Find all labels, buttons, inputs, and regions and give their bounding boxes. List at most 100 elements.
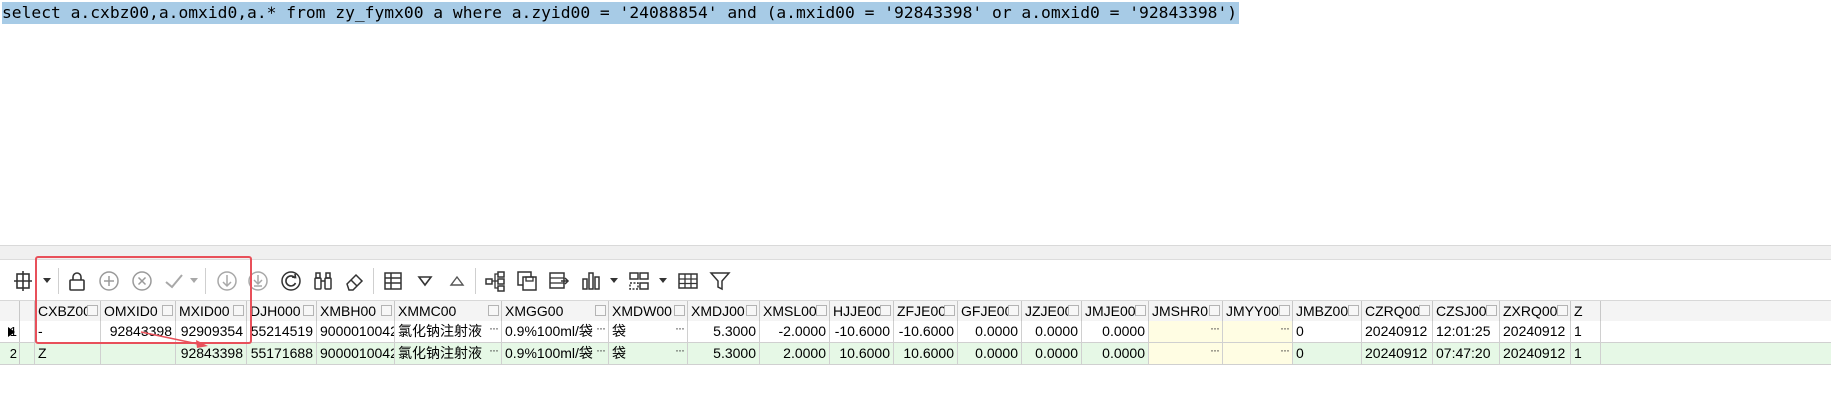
table-cell[interactable]: ··· xyxy=(1149,343,1223,364)
sql-editor[interactable]: select a.cxbz00,a.omxid0,a.* from zy_fym… xyxy=(0,0,1831,246)
column-header[interactable]: Z xyxy=(1571,301,1601,321)
tree-view-icon[interactable] xyxy=(482,268,508,294)
column-filter-button[interactable] xyxy=(1135,305,1146,316)
column-filter-button[interactable] xyxy=(381,305,392,316)
table-cell[interactable]: 0.0000 xyxy=(958,321,1022,342)
import-icon[interactable] xyxy=(546,268,572,294)
column-filter-button[interactable] xyxy=(880,305,891,316)
editor-grid-splitter[interactable] xyxy=(0,246,1831,260)
column-header[interactable]: CZRQ00 xyxy=(1362,301,1433,321)
find-icon[interactable] xyxy=(310,268,336,294)
column-header[interactable]: XMDJ00 xyxy=(688,301,760,321)
sort-desc-icon[interactable] xyxy=(412,268,438,294)
table-cell[interactable]: 20240912 xyxy=(1362,321,1433,342)
column-filter-button[interactable] xyxy=(488,305,499,316)
cell-ellipsis-button[interactable]: ··· xyxy=(489,321,499,339)
fetch-next-icon[interactable] xyxy=(214,268,240,294)
result-grid[interactable]: CXBZ00 OMXID0 MXID00 DJH000 XMBH00 XMMC00 XMGG… xyxy=(0,300,1831,401)
column-filter-button[interactable] xyxy=(674,305,685,316)
export-icon[interactable] xyxy=(380,268,406,294)
table-cell[interactable] xyxy=(101,343,176,364)
table-cell[interactable]: 0 xyxy=(1293,321,1362,342)
column-header[interactable]: ZFJE00 xyxy=(894,301,958,321)
fetch-all-icon[interactable] xyxy=(245,268,271,294)
column-filter-button[interactable] xyxy=(233,305,244,316)
column-header[interactable]: CXBZ00 xyxy=(35,301,101,321)
column-filter-button[interactable] xyxy=(1348,305,1359,316)
column-header[interactable]: CZSJ00 xyxy=(1433,301,1500,321)
table-cell[interactable]: 5.3000 xyxy=(688,321,760,342)
column-header[interactable]: GFJE00 xyxy=(958,301,1022,321)
column-filter-button[interactable] xyxy=(746,305,757,316)
table-cell[interactable]: 5.3000 xyxy=(688,343,760,364)
column-header[interactable]: XMSL00 xyxy=(760,301,830,321)
chevron-down-icon[interactable] xyxy=(190,278,198,283)
row-header[interactable]: 1 xyxy=(0,321,20,342)
column-filter-button[interactable] xyxy=(303,305,314,316)
table-cell[interactable]: 55214519 xyxy=(247,321,317,342)
table-cell[interactable]: 袋 ··· xyxy=(609,321,688,342)
column-filter-button[interactable] xyxy=(595,305,606,316)
column-header[interactable]: JZJE00 xyxy=(1022,301,1082,321)
table-cell[interactable]: 0.0000 xyxy=(1082,321,1149,342)
table-cell[interactable]: 氯化钠注射液 ··· xyxy=(395,321,502,342)
table-cell[interactable]: -10.6000 xyxy=(894,321,958,342)
table-cell[interactable]: 07:47:20 xyxy=(1433,343,1500,364)
column-filter-button[interactable] xyxy=(816,305,827,316)
column-header[interactable]: XMBH00 xyxy=(317,301,395,321)
table-cell[interactable]: - xyxy=(35,321,101,342)
table-cell[interactable]: ··· xyxy=(1223,343,1293,364)
table-cell[interactable]: 20240912 xyxy=(1500,321,1571,342)
chevron-down-icon[interactable] xyxy=(43,278,51,283)
column-filter-button[interactable] xyxy=(1557,305,1568,316)
table-cell[interactable]: 9000010042 xyxy=(317,343,395,364)
table-cell[interactable]: 0.0000 xyxy=(958,343,1022,364)
grid-navigator-icon[interactable] xyxy=(10,268,36,294)
table-cell[interactable]: 92843398 xyxy=(101,321,176,342)
column-header[interactable]: XMDW00 xyxy=(609,301,688,321)
chart-icon[interactable] xyxy=(578,268,604,294)
cell-ellipsis-button[interactable]: ··· xyxy=(596,321,606,339)
refresh-icon[interactable] xyxy=(278,268,304,294)
table-cell[interactable]: 1 xyxy=(1571,343,1601,364)
table-row[interactable]: 2 Z 92843398 55171688 9000010042 氯化钠注射液 ··· 0.… xyxy=(0,343,1831,365)
table-icon[interactable] xyxy=(675,268,701,294)
table-cell[interactable]: 92909354 xyxy=(176,321,247,342)
column-header[interactable]: JMSHR0 xyxy=(1149,301,1223,321)
table-cell[interactable]: -10.6000 xyxy=(830,321,894,342)
sort-asc-icon[interactable] xyxy=(444,268,470,294)
table-cell[interactable]: -2.0000 xyxy=(760,321,830,342)
save-icon[interactable] xyxy=(514,268,540,294)
column-filter-button[interactable] xyxy=(162,305,173,316)
chevron-down-icon[interactable] xyxy=(659,278,667,283)
column-header[interactable]: DJH000 xyxy=(247,301,317,321)
table-cell[interactable]: ··· xyxy=(1223,321,1293,342)
table-cell[interactable]: 1 xyxy=(1571,321,1601,342)
column-header[interactable]: ZXRQ00 xyxy=(1500,301,1571,321)
column-filter-button[interactable] xyxy=(1419,305,1430,316)
column-filter-button[interactable] xyxy=(1068,305,1079,316)
table-cell[interactable]: 12:01:25 xyxy=(1433,321,1500,342)
lock-icon[interactable] xyxy=(64,268,90,294)
column-header[interactable]: XMGG00 xyxy=(502,301,609,321)
table-cell[interactable]: 0.9%100ml/袋 ··· xyxy=(502,321,609,342)
table-cell[interactable]: 2.0000 xyxy=(760,343,830,364)
table-cell[interactable]: 0.0000 xyxy=(1082,343,1149,364)
column-header[interactable]: JMBZ00 xyxy=(1293,301,1362,321)
column-header[interactable]: JMYY00 xyxy=(1223,301,1293,321)
cell-ellipsis-button[interactable]: ··· xyxy=(596,343,606,361)
table-cell[interactable]: 9000010042 xyxy=(317,321,395,342)
table-cell[interactable]: Z xyxy=(35,343,101,364)
table-cell[interactable]: 10.6000 xyxy=(830,343,894,364)
table-cell[interactable]: 20240912 xyxy=(1362,343,1433,364)
table-cell[interactable]: 92843398 xyxy=(176,343,247,364)
table-cell[interactable]: 20240912 xyxy=(1500,343,1571,364)
table-cell[interactable]: 0.0000 xyxy=(1022,343,1082,364)
cell-ellipsis-button[interactable]: ··· xyxy=(1210,343,1220,361)
table-cell[interactable]: 10.6000 xyxy=(894,343,958,364)
cell-ellipsis-button[interactable]: ··· xyxy=(489,343,499,361)
sql-statement[interactable]: select a.cxbz00,a.omxid0,a.* from zy_fym… xyxy=(2,2,1240,24)
column-header[interactable]: OMXID0 xyxy=(101,301,176,321)
table-cell[interactable]: 氯化钠注射液 ··· xyxy=(395,343,502,364)
filter-icon[interactable] xyxy=(707,268,733,294)
